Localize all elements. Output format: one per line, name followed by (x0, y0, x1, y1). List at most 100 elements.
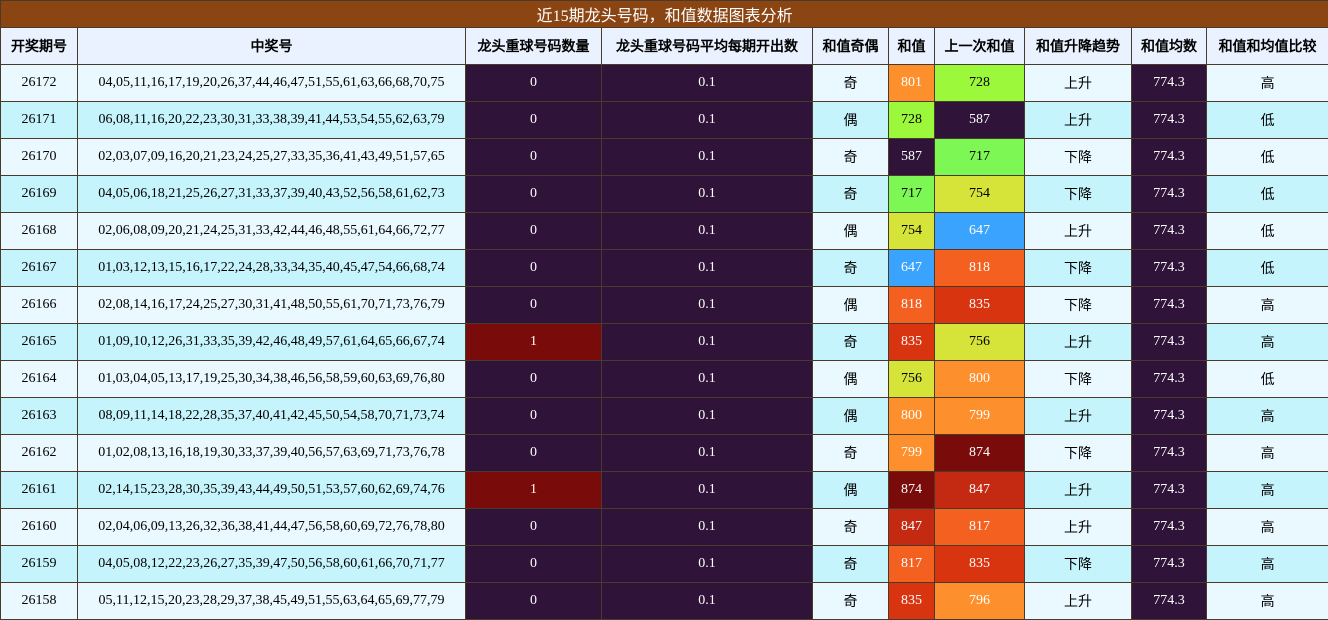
sum-cell: 587 (888, 138, 935, 176)
numbers-cell: 02,14,15,23,28,30,35,39,43,44,49,50,51,5… (77, 471, 466, 509)
table-row: 26158 05,11,12,15,20,23,28,29,37,38,45,49… (0, 582, 1328, 620)
table-row: 26168 02,06,08,09,20,21,24,25,31,33,42,44… (0, 212, 1328, 250)
compare-cell: 高 (1205, 397, 1328, 435)
prev-sum-cell: 717 (934, 138, 1025, 176)
repeat-avg-cell: 0.1 (601, 323, 813, 361)
repeat-avg-cell: 0.1 (601, 212, 813, 250)
sum-cell: 756 (888, 360, 935, 398)
trend-cell: 下降 (1024, 360, 1132, 398)
table-row: 26161 02,14,15,23,28,30,35,39,43,44,49,50… (0, 471, 1328, 509)
header-repeat-count: 龙头重球号码数量 (465, 27, 602, 65)
table-row: 26163 08,09,11,14,18,22,28,35,37,40,41,42… (0, 397, 1328, 435)
parity-cell: 偶 (812, 101, 889, 139)
repeat-avg-cell: 0.1 (601, 508, 813, 546)
repeat-avg-cell: 0.1 (601, 360, 813, 398)
mean-cell: 774.3 (1131, 471, 1207, 509)
prev-sum-cell: 754 (934, 175, 1025, 213)
trend-cell: 下降 (1024, 249, 1132, 287)
parity-cell: 奇 (812, 64, 889, 102)
prev-sum-cell: 817 (934, 508, 1025, 546)
sum-cell: 717 (888, 175, 935, 213)
prev-sum-cell: 835 (934, 286, 1025, 324)
table-row: 26167 01,03,12,13,15,16,17,22,24,28,33,34… (0, 249, 1328, 287)
prev-sum-cell: 835 (934, 545, 1025, 583)
compare-cell: 低 (1205, 360, 1328, 398)
table-header-row: 开奖期号 中奖号 龙头重球号码数量 龙头重球号码平均每期开出数 和值奇偶 和值 … (0, 27, 1328, 65)
table-row: 26169 04,05,06,18,21,25,26,27,31,33,37,39… (0, 175, 1328, 213)
numbers-cell: 02,04,06,09,13,26,32,36,38,41,44,47,56,5… (77, 508, 466, 546)
repeat-count-cell: 0 (465, 138, 602, 176)
repeat-avg-cell: 0.1 (601, 471, 813, 509)
compare-cell: 高 (1205, 471, 1328, 509)
parity-cell: 奇 (812, 138, 889, 176)
mean-cell: 774.3 (1131, 434, 1207, 472)
table-title-row: 近15期龙头号码，和值数据图表分析 (0, 0, 1328, 28)
numbers-cell: 04,05,08,12,22,23,26,27,35,39,47,50,56,5… (77, 545, 466, 583)
parity-cell: 偶 (812, 397, 889, 435)
table-row: 26170 02,03,07,09,16,20,21,23,24,25,27,33… (0, 138, 1328, 176)
repeat-count-cell: 1 (465, 323, 602, 361)
mean-cell: 774.3 (1131, 360, 1207, 398)
header-issue: 开奖期号 (0, 27, 78, 65)
header-trend: 和值升降趋势 (1024, 27, 1132, 65)
prev-sum-cell: 796 (934, 582, 1025, 620)
repeat-count-cell: 0 (465, 286, 602, 324)
compare-cell: 高 (1205, 508, 1328, 546)
repeat-avg-cell: 0.1 (601, 286, 813, 324)
header-compare: 和值和均值比较 (1205, 27, 1328, 65)
table-row: 26160 02,04,06,09,13,26,32,36,38,41,44,47… (0, 508, 1328, 546)
issue-cell: 26168 (0, 212, 78, 250)
trend-cell: 上升 (1024, 582, 1132, 620)
repeat-count-cell: 0 (465, 249, 602, 287)
issue-cell: 26170 (0, 138, 78, 176)
numbers-cell: 01,09,10,12,26,31,33,35,39,42,46,48,49,5… (77, 323, 466, 361)
trend-cell: 上升 (1024, 323, 1132, 361)
mean-cell: 774.3 (1131, 545, 1207, 583)
numbers-cell: 01,03,04,05,13,17,19,25,30,34,38,46,56,5… (77, 360, 466, 398)
repeat-count-cell: 0 (465, 434, 602, 472)
repeat-count-cell: 1 (465, 471, 602, 509)
header-prev-sum: 上一次和值 (934, 27, 1025, 65)
mean-cell: 774.3 (1131, 175, 1207, 213)
trend-cell: 下降 (1024, 175, 1132, 213)
parity-cell: 奇 (812, 582, 889, 620)
parity-cell: 奇 (812, 545, 889, 583)
repeat-avg-cell: 0.1 (601, 249, 813, 287)
issue-cell: 26162 (0, 434, 78, 472)
prev-sum-cell: 587 (934, 101, 1025, 139)
trend-cell: 上升 (1024, 101, 1132, 139)
prev-sum-cell: 818 (934, 249, 1025, 287)
issue-cell: 26169 (0, 175, 78, 213)
issue-cell: 26161 (0, 471, 78, 509)
numbers-cell: 05,11,12,15,20,23,28,29,37,38,45,49,51,5… (77, 582, 466, 620)
header-sum: 和值 (888, 27, 935, 65)
parity-cell: 偶 (812, 471, 889, 509)
parity-cell: 奇 (812, 175, 889, 213)
parity-cell: 奇 (812, 434, 889, 472)
header-repeat-avg: 龙头重球号码平均每期开出数 (601, 27, 813, 65)
parity-cell: 偶 (812, 360, 889, 398)
numbers-cell: 08,09,11,14,18,22,28,35,37,40,41,42,45,5… (77, 397, 466, 435)
parity-cell: 偶 (812, 212, 889, 250)
repeat-avg-cell: 0.1 (601, 397, 813, 435)
compare-cell: 高 (1205, 64, 1328, 102)
mean-cell: 774.3 (1131, 582, 1207, 620)
issue-cell: 26160 (0, 508, 78, 546)
trend-cell: 下降 (1024, 434, 1132, 472)
issue-cell: 26171 (0, 101, 78, 139)
trend-cell: 上升 (1024, 64, 1132, 102)
compare-cell: 低 (1205, 138, 1328, 176)
compare-cell: 低 (1205, 175, 1328, 213)
trend-cell: 下降 (1024, 138, 1132, 176)
parity-cell: 奇 (812, 508, 889, 546)
table-row: 26166 02,08,14,16,17,24,25,27,30,31,41,48… (0, 286, 1328, 324)
repeat-count-cell: 0 (465, 397, 602, 435)
repeat-avg-cell: 0.1 (601, 101, 813, 139)
sum-cell: 835 (888, 323, 935, 361)
repeat-avg-cell: 0.1 (601, 138, 813, 176)
repeat-count-cell: 0 (465, 175, 602, 213)
lottery-analysis-page: 近15期龙头号码，和值数据图表分析 开奖期号 中奖号 龙头重球号码数量 龙头重球… (0, 0, 1328, 620)
repeat-count-cell: 0 (465, 360, 602, 398)
repeat-count-cell: 0 (465, 582, 602, 620)
prev-sum-cell: 728 (934, 64, 1025, 102)
